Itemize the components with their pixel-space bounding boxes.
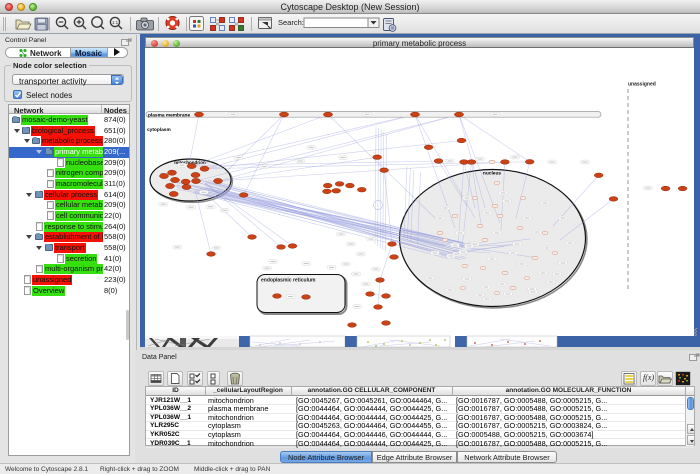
svg-text:endoplasmic reticulum: endoplasmic reticulum (261, 278, 316, 284)
svg-text:Search:: Search: (278, 18, 304, 27)
svg-text:cytoplasm: cytoplasm (147, 127, 171, 133)
svg-text:plasma membrane: plasma membrane (148, 113, 190, 119)
svg-text:1:1: 1:1 (112, 20, 119, 25)
svg-text:unassigned: unassigned (628, 82, 656, 88)
svg-text:nucleus: nucleus (483, 171, 501, 177)
